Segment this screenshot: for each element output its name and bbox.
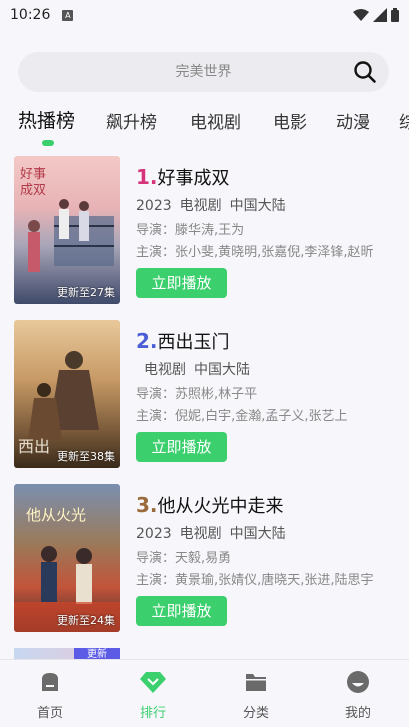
poster-art: 西出 <box>18 351 99 456</box>
signal-icon <box>373 8 387 22</box>
item-title-line: 2.西出玉门 <box>136 328 394 354</box>
item-title[interactable]: 好事成双 <box>158 168 230 189</box>
item-type: 电视剧 <box>179 198 222 214</box>
item-year: 2023 <box>136 198 172 214</box>
tab-hot[interactable]: 热播榜 <box>18 106 75 133</box>
svg-text:成双: 成双 <box>20 183 46 198</box>
play-now-button[interactable]: 立即播放 <box>136 268 227 298</box>
rank-number: 3. <box>136 493 158 517</box>
poster-image[interactable]: 他从火光 更新至24集 <box>14 484 120 632</box>
item-title[interactable]: 他从火光中走来 <box>158 496 284 517</box>
svg-text:西出: 西出 <box>18 437 50 456</box>
tab-active-indicator <box>42 140 54 146</box>
folder-icon <box>246 674 266 691</box>
poster-art: 好事 成双 <box>20 167 114 272</box>
item-cast: 主演：张小斐,黄晓明,张嘉倪,李泽锋,赵昕 <box>136 245 374 260</box>
nav-home[interactable]: 首页 <box>20 670 80 721</box>
nav-rank[interactable]: 排行 <box>123 670 183 721</box>
home-icon <box>42 673 58 691</box>
item-title-line: 1.好事成双 <box>136 164 394 190</box>
svg-text:他从火光: 他从火光 <box>26 506 86 524</box>
item-year: 2023 <box>136 526 172 542</box>
item-region: 中国大陆 <box>229 198 286 214</box>
update-badge: 更新至24集 <box>57 614 115 627</box>
item-type: 电视剧 <box>144 362 186 378</box>
category-tabs: 热播榜 飙升榜 电视剧 电影 动漫 综 <box>0 100 409 150</box>
nav-label: 我的 <box>344 706 371 721</box>
status-time: 10:26 <box>10 7 51 23</box>
play-now-button[interactable]: 立即播放 <box>136 596 227 626</box>
item-title[interactable]: 西出玉门 <box>158 332 230 353</box>
status-bar: 10:26 A <box>0 0 409 30</box>
item-region: 中国大陆 <box>194 362 250 378</box>
nav-label: 首页 <box>36 706 63 721</box>
item-type: 电视剧 <box>179 526 222 542</box>
item-meta: 2023 电视剧 中国大陆 <box>136 196 394 216</box>
update-badge: 更新至27集 <box>57 286 115 299</box>
sim-notification-icon: A <box>62 9 74 21</box>
nav-label: 排行 <box>139 706 166 721</box>
rank-diamond-icon <box>140 672 166 693</box>
poster-image[interactable]: 西出 更新至38集 <box>14 320 120 468</box>
item-meta: 电视剧 中国大陆 <box>136 360 394 380</box>
item-cast: 主演：黄景瑜,张婧仪,唐晓天,张进,陆思宇 <box>136 573 374 588</box>
update-badge: 更新至38集 <box>57 450 115 463</box>
tab-anime[interactable]: 动漫 <box>336 108 370 133</box>
nav-category[interactable]: 分类 <box>226 670 286 721</box>
item-title-line: 3.他从火光中走来 <box>136 492 394 518</box>
bottom-navigation: 首页 排行 分类 我的 <box>0 659 409 727</box>
wifi-icon <box>353 9 369 21</box>
item-region: 中国大陆 <box>229 526 286 542</box>
search-placeholder: 完美世界 <box>175 64 232 80</box>
play-now-button[interactable]: 立即播放 <box>136 432 227 462</box>
list-item[interactable]: 好事 成双 更新至27集 1.好事成双 2023 电视剧 中国大陆 导演：滕华涛,王… <box>14 156 394 306</box>
tab-movie[interactable]: 电影 <box>273 108 307 133</box>
poster-art: 他从火光 <box>14 506 120 632</box>
item-cast: 主演：倪妮,白宇,金瀚,孟子义,张艺上 <box>136 409 348 424</box>
nav-label: 分类 <box>242 706 269 721</box>
item-director: 导演：苏照彬,林子平 <box>136 387 258 402</box>
rank-number: 2. <box>136 329 158 353</box>
item-meta: 2023 电视剧 中国大陆 <box>136 524 394 544</box>
nav-mine[interactable]: 我的 <box>328 670 388 721</box>
tab-variety[interactable]: 综 <box>399 108 409 133</box>
svg-text:好事: 好事 <box>20 167 46 182</box>
rank-number: 1. <box>136 165 158 189</box>
poster-image[interactable]: 好事 成双 更新至27集 <box>14 156 120 304</box>
tab-rising[interactable]: 飙升榜 <box>106 108 157 133</box>
item-director: 导演：天毅,易勇 <box>136 551 232 566</box>
item-director: 导演：滕华涛,王为 <box>136 223 245 238</box>
battery-icon <box>391 8 399 22</box>
search-icon[interactable] <box>353 60 377 84</box>
list-item[interactable]: 他从火光 更新至24集 3.他从火光中走来 2023 电视剧 中国大陆 导演：天毅,… <box>14 484 394 634</box>
profile-icon <box>347 671 369 693</box>
tab-tv[interactable]: 电视剧 <box>190 108 241 133</box>
list-item[interactable]: 西出 更新至38集 2.西出玉门 电视剧 中国大陆 导演：苏照彬,林子平 主演：倪… <box>14 320 394 470</box>
search-bar[interactable]: 完美世界 <box>18 52 389 92</box>
